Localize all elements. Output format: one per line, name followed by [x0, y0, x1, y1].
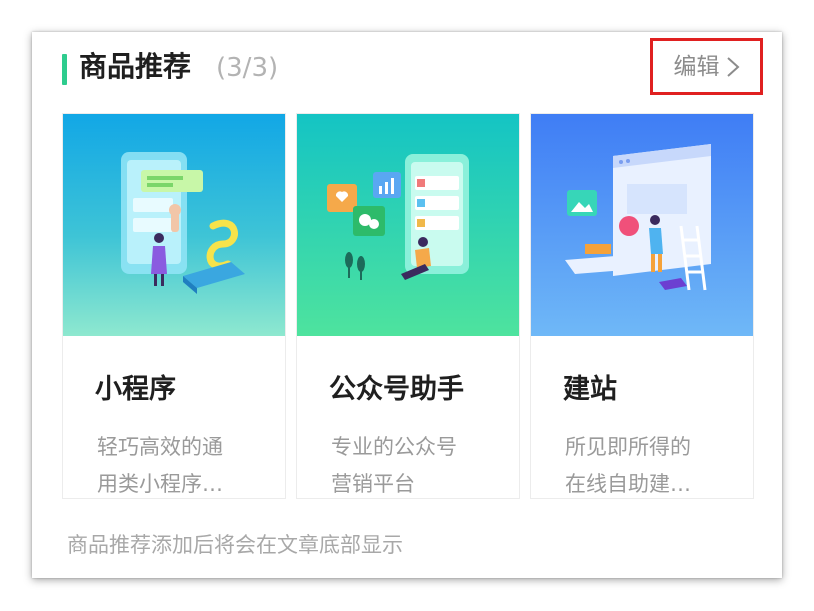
product-card-official-account[interactable]: 公众号助手 专业的公众号 营销平台 [296, 113, 520, 499]
product-recommend-card: 商品推荐 (3/3) 编辑 小程序 轻巧高效的通 用类小程序… 公众号助手 专业… [32, 32, 782, 578]
product-list: 小程序 轻巧高效的通 用类小程序… 公众号助手 专业的公众号 营销平台 建站 所… [62, 113, 754, 499]
product-description: 专业的公众号 营销平台 [331, 435, 457, 496]
product-description: 轻巧高效的通 用类小程序… [97, 435, 223, 496]
product-name: 公众号助手 [329, 374, 464, 405]
website-builder-illustration [531, 114, 753, 336]
edit-button[interactable]: 编辑 [650, 38, 763, 95]
card-header: 商品推荐 (3/3) 编辑 [32, 32, 782, 104]
product-description: 所见即所得的 在线自助建… [565, 435, 691, 496]
section-title: 商品推荐 [79, 50, 192, 83]
accent-bar [62, 54, 67, 85]
chevron-right-icon [726, 56, 739, 77]
product-card-mini-program[interactable]: 小程序 轻巧高效的通 用类小程序… [62, 113, 286, 499]
footer-note: 商品推荐添加后将会在文章底部显示 [67, 533, 403, 557]
official-account-illustration [297, 114, 519, 336]
product-name: 建站 [563, 374, 617, 405]
product-card-website-builder[interactable]: 建站 所见即所得的 在线自助建… [530, 113, 754, 499]
mini-program-illustration [63, 114, 285, 336]
product-count: (3/3) [216, 53, 279, 83]
edit-label: 编辑 [673, 53, 720, 80]
product-name: 小程序 [95, 374, 176, 405]
